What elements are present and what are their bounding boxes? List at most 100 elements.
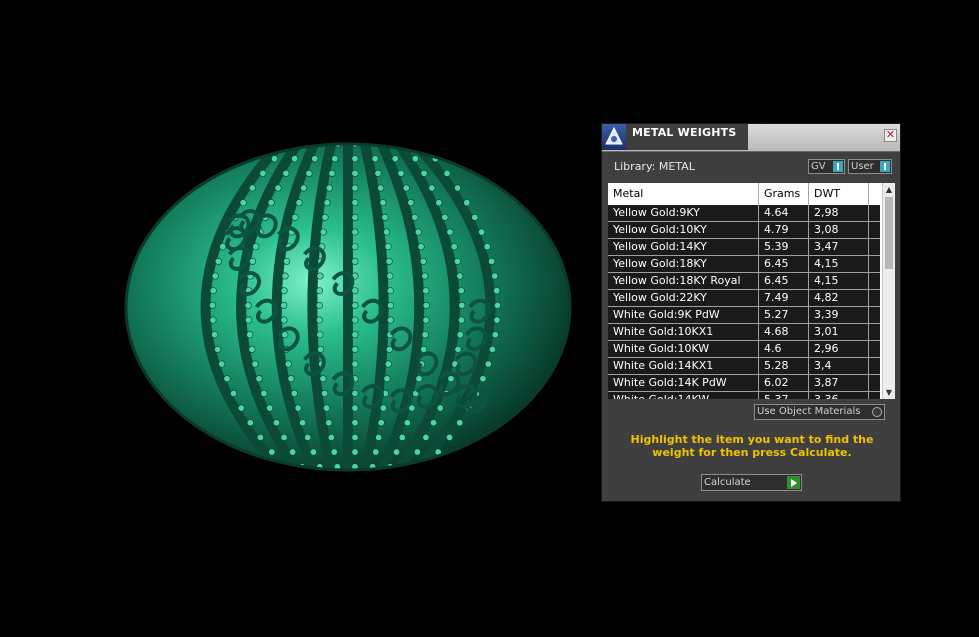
filigree-bead [351,155,359,163]
filigree-bead [256,433,264,441]
filigree-bead [305,169,313,177]
column-header-metal[interactable]: Metal [608,183,759,205]
row-spacer [869,239,880,255]
filigree-bead [282,169,290,177]
library-label: Library: METAL [614,160,695,173]
column-header-grams[interactable]: Grams [759,183,809,205]
filigree-bead [251,360,259,368]
filigree-bead [214,345,222,353]
table-row[interactable]: Yellow Gold:18KY 6.45 4,15 [608,256,880,273]
dwt-cell: 3,01 [809,324,869,340]
filigree-bead [491,272,499,280]
table-row[interactable]: White Gold:9K PdW 5.27 3,39 [608,307,880,324]
calculate-label: Calculate [704,477,751,488]
metal-cell: Yellow Gold:18KY [608,256,759,272]
metal-weights-panel: METAL WEIGHTS ✕ Library: METAL GV User M… [601,123,901,502]
filigree-bead [309,448,317,456]
table-row[interactable]: Yellow Gold:18KY Royal 6.45 4,15 [608,273,880,290]
filigree-bead [446,228,454,236]
filigree-bead [316,287,324,295]
filigree-bead [259,169,267,177]
column-header-dwt[interactable]: DWT [809,183,869,205]
filigree-bead [398,433,406,441]
filigree-bead [491,331,499,339]
metal-cell: Yellow Gold:10KY [608,222,759,238]
table-body: Yellow Gold:9KY 4.64 2,98 Yellow Gold:10KY 4… [608,205,880,399]
filigree-bead [351,301,359,309]
dwt-cell: 4,15 [809,256,869,272]
close-icon: ✕ [885,128,896,141]
filigree-bead [456,331,464,339]
filigree-bead [478,228,486,236]
table-row[interactable]: White Gold:10KX1 4.68 3,01 [608,324,880,341]
filigree-bead [304,433,312,441]
close-button[interactable]: ✕ [884,129,897,142]
filigree-bead [493,287,501,295]
play-arrow-icon [787,476,800,489]
filigree-bead [246,331,254,339]
filigree-bead [272,419,280,427]
filigree-bead [291,213,299,221]
table-row[interactable]: Yellow Gold:22KY 7.49 4,82 [608,290,880,307]
filigree-bead [266,404,274,412]
table-row[interactable]: White Gold:14KW5.373,36 [608,392,880,399]
table-row[interactable]: White Gold:10KW 4.6 2,96 [608,341,880,358]
filigree-bead [260,389,268,397]
filigree-bead [351,448,359,456]
row-spacer [869,358,880,374]
filigree-bead [327,433,335,441]
scroll-up-arrow-icon[interactable]: ▲ [883,183,895,196]
filigree-bead [458,301,466,309]
dwt-cell: 3,87 [809,375,869,391]
filigree-bead [331,155,339,163]
panel-titlebar[interactable]: METAL WEIGHTS ✕ [602,124,900,152]
filigree-bead [317,345,325,353]
filigree-bead [280,433,288,441]
filigree-bead [407,199,415,207]
filigree-bead [351,213,359,221]
filigree-bead [289,448,297,456]
filigree-bead [300,184,308,192]
filigree-bead [351,257,359,265]
filigree-bead [384,360,392,368]
filigree-bead [351,316,359,324]
user-toggle-label: User [851,161,874,172]
table-row[interactable]: White Gold:14K PdW 6.02 3,87 [608,375,880,392]
filigree-bead [223,375,231,383]
gv-toggle[interactable]: GV [808,159,845,174]
filigree-bead [280,316,288,324]
filigree-bead [248,184,256,192]
filigree-bead [294,404,302,412]
filigree-bead [274,184,282,192]
use-object-materials-toggle[interactable]: Use Object Materials [754,404,885,420]
app-icon [602,124,626,150]
table-row[interactable]: Yellow Gold:10KY 4.79 3,08 [608,222,880,239]
table-row[interactable]: White Gold:14KX1 5.28 3,4 [608,358,880,375]
scroll-thumb[interactable] [885,197,893,269]
filigree-bead [351,228,359,236]
table-row[interactable]: Yellow Gold:9KY 4.64 2,98 [608,205,880,222]
metal-cell: Yellow Gold:18KY Royal [608,273,759,289]
table-row[interactable]: Yellow Gold:14KY 5.39 3,47 [608,239,880,256]
filigree-bead [209,301,217,309]
calculate-button[interactable]: Calculate [701,474,802,491]
filigree-bead [280,287,288,295]
grams-cell: 5.39 [759,239,809,255]
filigree-bead [218,360,226,368]
filigree-bead [255,375,263,383]
scroll-down-arrow-icon[interactable]: ▼ [883,386,895,399]
filigree-bead [422,463,430,470]
filigree-bead [421,272,429,280]
filigree-bead [422,287,430,295]
filigree-egg-model[interactable] [118,135,578,480]
filigree-bead [471,213,479,221]
filigree-bead [316,331,324,339]
table-scrollbar[interactable]: ▲ ▼ [882,183,895,399]
filigree-bead [230,389,238,397]
grams-cell: 6.02 [759,375,809,391]
user-toggle[interactable]: User [848,159,892,174]
filigree-bead [351,169,359,177]
toggle-indicator-icon [880,161,890,172]
filigree-bead [383,228,391,236]
gv-toggle-label: GV [811,161,826,172]
